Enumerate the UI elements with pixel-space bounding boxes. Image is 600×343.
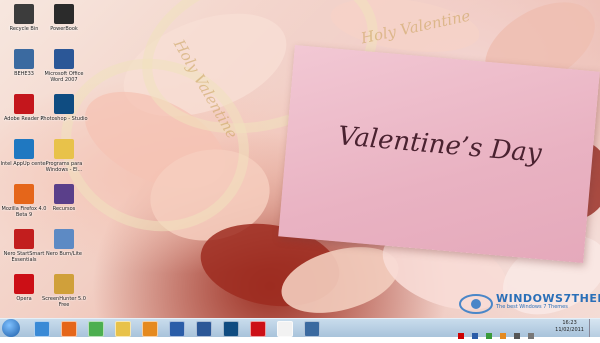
- windows-start-icon[interactable]: [2, 319, 20, 337]
- folder-icon: [54, 139, 74, 159]
- tray-icons: [458, 324, 535, 343]
- desktop-icon-label: Photoshop - Studio: [40, 116, 88, 122]
- clock-time: 16:23: [562, 320, 577, 326]
- desktop-icon-label: Nero Burn/Lite: [45, 251, 83, 257]
- desktop-icon[interactable]: Photoshop - Studio: [40, 94, 88, 122]
- desktop-icon[interactable]: Nero Burn/Lite: [40, 229, 88, 257]
- desktop-icon-label: Programs para Windows - El...: [45, 161, 83, 173]
- internet-explorer-icon[interactable]: [34, 321, 50, 337]
- pdf-icon: [14, 94, 34, 114]
- valentine-card: Valentine’s Day: [278, 45, 600, 263]
- tray-icon[interactable]: [486, 333, 493, 339]
- network-icon[interactable]: [514, 333, 521, 339]
- desktop-icon[interactable]: Recursos: [40, 184, 88, 212]
- burn-icon: [54, 229, 74, 249]
- notepad-icon[interactable]: [277, 321, 293, 337]
- firefox-icon: [14, 184, 34, 204]
- nero-icon: [14, 229, 34, 249]
- watermark-logo-icon: [459, 294, 493, 314]
- recycle-bin-icon: [14, 4, 34, 24]
- watermark-site: The best Windows 7 Themes: [496, 304, 568, 310]
- taskbar-clock[interactable]: 16:23 11/02/2011: [555, 320, 584, 334]
- show-desktop-button[interactable]: [589, 319, 600, 337]
- clock-date: 11/02/2011: [555, 327, 584, 333]
- desktop-icon-label: Recursos: [52, 206, 76, 212]
- computer-icon: [14, 49, 34, 69]
- desktop-icon[interactable]: Programs para Windows - El...: [40, 139, 88, 173]
- tray-icon[interactable]: [500, 333, 507, 339]
- tray-icon[interactable]: [458, 333, 464, 339]
- explorer-folder-icon[interactable]: [115, 321, 131, 337]
- desktop-wallpaper: Holy Valentine Holy Valentine Valentine’…: [0, 0, 600, 318]
- word-icon[interactable]: [196, 321, 212, 337]
- photoshop-icon[interactable]: [223, 321, 239, 337]
- chrome-icon[interactable]: [88, 321, 104, 337]
- desktop-icon-label: PowerBook: [50, 26, 78, 32]
- desktop-icon[interactable]: Microsoft Office Word 2007: [40, 49, 88, 83]
- desktop-icon[interactable]: PowerBook: [40, 4, 88, 32]
- media-player-icon[interactable]: [142, 321, 158, 337]
- desktop-icon-label: ScreenHunter 5.0 Free: [42, 296, 86, 308]
- resources-icon: [54, 184, 74, 204]
- desktop-icon[interactable]: ScreenHunter 5.0 Free: [40, 274, 88, 308]
- firefox-icon[interactable]: [61, 321, 77, 337]
- word-icon: [54, 49, 74, 69]
- taskbar: 16:23 11/02/2011: [0, 318, 600, 339]
- screenhunter-icon: [54, 274, 74, 294]
- screen-icon[interactable]: [304, 321, 320, 337]
- desktop-icon-label: Microsoft Office Word 2007: [44, 71, 84, 83]
- volume-icon[interactable]: [528, 333, 535, 339]
- opera-icon: [14, 274, 34, 294]
- video-icon[interactable]: [169, 321, 185, 337]
- opera-icon[interactable]: [250, 321, 266, 337]
- notebook-icon: [54, 4, 74, 24]
- photoshop-icon: [54, 94, 74, 114]
- intel-icon: [14, 139, 34, 159]
- card-title: Valentine’s Day: [336, 121, 543, 169]
- tray-icon[interactable]: [472, 333, 479, 339]
- watermark: WINDOWS7THEME.NET The best Windows 7 The…: [458, 292, 600, 318]
- system-tray: 16:23 11/02/2011: [450, 319, 600, 339]
